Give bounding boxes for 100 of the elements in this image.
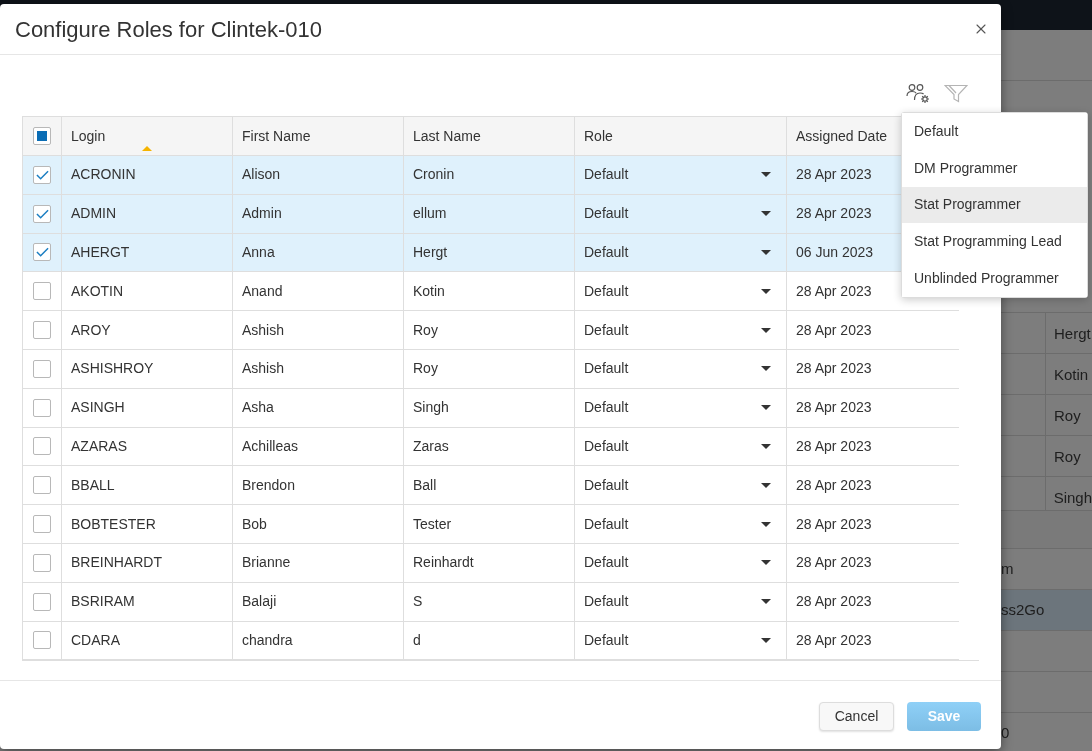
row-checkbox[interactable] bbox=[33, 204, 51, 223]
role-select[interactable]: Default bbox=[584, 164, 771, 186]
table-cell-text: Asha bbox=[242, 398, 274, 418]
check-icon bbox=[35, 247, 49, 258]
caret-down-icon bbox=[761, 327, 771, 333]
menu-option[interactable]: Default bbox=[902, 113, 1087, 150]
table-cell-text: d bbox=[413, 630, 421, 650]
row-checkbox[interactable] bbox=[33, 631, 51, 650]
table-cell-text: Ashish bbox=[242, 320, 285, 340]
caret-down-icon bbox=[761, 599, 771, 605]
menu-option[interactable]: Stat Programmer bbox=[902, 186, 1087, 224]
menu-option[interactable]: Unblinded Programmer bbox=[902, 260, 1087, 297]
table-cell-text: 28 Apr 2023 bbox=[796, 165, 872, 185]
caret-down-icon bbox=[761, 443, 771, 449]
filter-icon bbox=[944, 83, 968, 103]
table-cell-text: Anand bbox=[242, 281, 283, 301]
column-header[interactable]: Role bbox=[584, 125, 613, 147]
row-checkbox[interactable] bbox=[33, 553, 51, 572]
role-select[interactable]: Default bbox=[584, 435, 771, 457]
table-cell-text: Brianne bbox=[242, 553, 291, 573]
row-checkbox[interactable] bbox=[33, 282, 51, 301]
table-cell-text: Roy bbox=[413, 320, 438, 340]
table-cell-text: AROY bbox=[71, 320, 111, 340]
dialog-title: Configure Roles for Clintek-010 bbox=[15, 15, 322, 44]
table-cell-text: BSRIRAM bbox=[71, 592, 135, 612]
caret-down-icon bbox=[761, 405, 771, 411]
select-all-checkbox[interactable] bbox=[33, 127, 51, 145]
row-checkbox[interactable] bbox=[33, 321, 51, 340]
role-select[interactable]: Default bbox=[584, 513, 771, 535]
role-select[interactable]: Default bbox=[584, 552, 771, 574]
role-select[interactable]: Default bbox=[584, 358, 771, 380]
role-select[interactable]: Default bbox=[584, 203, 771, 225]
table-cell-text: ADMIN bbox=[71, 204, 117, 224]
row-checkbox[interactable] bbox=[33, 165, 51, 184]
background-cell-text: Singh bbox=[1052, 488, 1092, 508]
caret-down-icon bbox=[761, 250, 771, 255]
table-cell-text: 28 Apr 2023 bbox=[796, 359, 872, 379]
table-cell-text: BREINHARDT bbox=[71, 553, 162, 573]
table-cell-text: 28 Apr 2023 bbox=[796, 553, 872, 573]
table-cell-text: Achilleas bbox=[242, 436, 299, 456]
table-cell-text: 28 Apr 2023 bbox=[796, 475, 872, 495]
caret-down-icon bbox=[761, 521, 771, 527]
table-cell-text: Anna bbox=[242, 243, 275, 262]
role-select[interactable]: Default bbox=[584, 280, 771, 302]
menu-option[interactable]: Stat Programming Lead bbox=[902, 223, 1087, 261]
row-checkbox[interactable] bbox=[33, 476, 51, 495]
caret-down-icon bbox=[761, 560, 771, 566]
table-cell-text: CDARA bbox=[71, 630, 120, 650]
manage-users-button[interactable] bbox=[906, 82, 930, 104]
cancel-button[interactable]: Cancel bbox=[819, 702, 894, 732]
table-cell-text: Bob bbox=[242, 514, 267, 534]
table-cell-text: 28 Apr 2023 bbox=[796, 398, 872, 418]
row-checkbox[interactable] bbox=[33, 243, 51, 262]
indeterminate-square-icon bbox=[37, 131, 47, 141]
background-text: m bbox=[1001, 558, 1014, 579]
background-cell-text: Kotin bbox=[1053, 365, 1089, 385]
table-cell-text: Cronin bbox=[413, 165, 455, 185]
table-cell-text: AKOTIN bbox=[71, 281, 124, 301]
column-header[interactable]: Assigned Date bbox=[796, 125, 888, 147]
caret-down-icon bbox=[761, 288, 771, 294]
table-cell-text: Zaras bbox=[413, 436, 449, 456]
caret-down-icon bbox=[761, 637, 771, 643]
table-cell-text: ellum bbox=[413, 204, 447, 224]
row-checkbox[interactable] bbox=[33, 592, 51, 611]
row-checkbox[interactable] bbox=[33, 398, 51, 417]
menu-option[interactable]: DM Programmer bbox=[902, 149, 1087, 187]
row-checkbox[interactable] bbox=[33, 515, 51, 534]
table-cell-text: Kotin bbox=[413, 281, 445, 301]
table-cell-text: Roy bbox=[413, 359, 438, 379]
column-header[interactable]: Last Name bbox=[413, 125, 481, 147]
check-icon bbox=[35, 208, 49, 219]
table-cell-text: ACRONIN bbox=[71, 165, 136, 185]
role-select[interactable]: Default bbox=[584, 591, 771, 613]
background-text: ss2Go bbox=[1001, 599, 1045, 620]
column-header[interactable]: Login bbox=[71, 125, 106, 147]
caret-down-icon bbox=[761, 211, 771, 217]
table-cell-text: 06 Jun 2023 bbox=[796, 243, 874, 262]
table-cell-text: 28 Apr 2023 bbox=[796, 630, 872, 650]
table-cell-text: AZARAS bbox=[71, 436, 127, 456]
background-cell-text: Roy bbox=[1053, 447, 1081, 467]
table-cell-text: 28 Apr 2023 bbox=[796, 204, 872, 224]
table-cell-text: Singh bbox=[413, 398, 449, 418]
table-cell-text: Brendon bbox=[242, 475, 295, 495]
table-cell-text: 28 Apr 2023 bbox=[796, 592, 872, 612]
row-checkbox[interactable] bbox=[33, 359, 51, 378]
role-select[interactable]: Default bbox=[584, 242, 771, 263]
column-header[interactable]: First Name bbox=[242, 125, 311, 147]
table-cell-text: Tester bbox=[413, 514, 452, 534]
row-checkbox[interactable] bbox=[33, 437, 51, 456]
role-select[interactable]: Default bbox=[584, 629, 771, 651]
table-cell-text: BOBTESTER bbox=[71, 514, 156, 534]
table-cell-text: ASINGH bbox=[71, 398, 125, 418]
role-select[interactable]: Default bbox=[584, 474, 771, 496]
caret-down-icon bbox=[761, 172, 771, 178]
role-select[interactable]: Default bbox=[584, 319, 771, 341]
table-cell-text: 28 Apr 2023 bbox=[796, 514, 872, 534]
table-cell-text: Ashish bbox=[242, 359, 285, 379]
table-cell-text: 28 Apr 2023 bbox=[796, 320, 872, 340]
role-select[interactable]: Default bbox=[584, 397, 771, 419]
table-cell-text: ASHISHROY bbox=[71, 359, 154, 379]
